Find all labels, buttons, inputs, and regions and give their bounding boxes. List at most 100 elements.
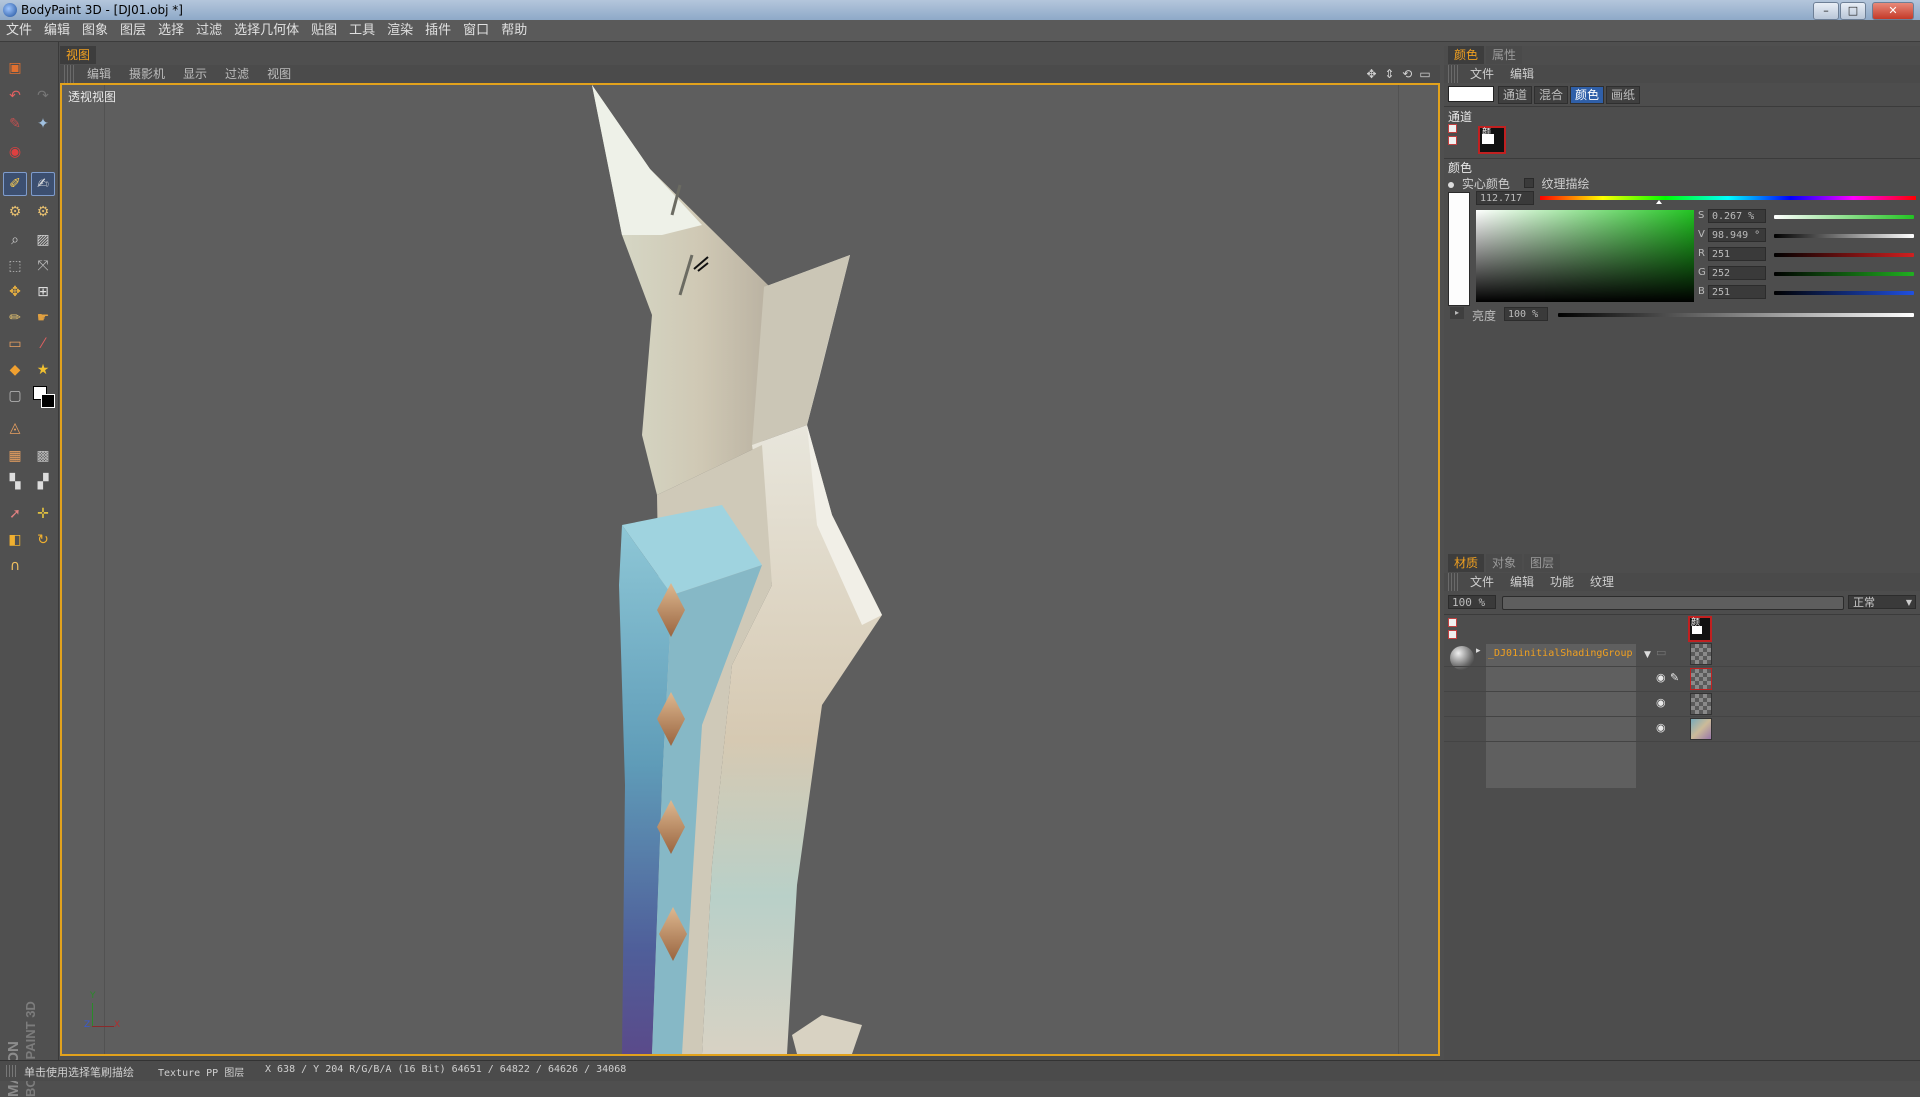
brush-tool-a[interactable]: ✎ <box>3 112 27 136</box>
eye-icon-hidden[interactable]: ▭ <box>1656 646 1666 659</box>
color-swatch-white[interactable] <box>1448 86 1494 102</box>
vp-menu-edit[interactable]: 编辑 <box>78 65 120 83</box>
close-button[interactable]: ✕ <box>1872 2 1914 20</box>
tab-view[interactable]: 视图 <box>60 46 97 64</box>
shape-tool[interactable]: ▢ <box>3 384 27 408</box>
menu-image[interactable]: 图象 <box>76 20 114 41</box>
menu-window[interactable]: 窗口 <box>457 20 495 41</box>
subtab-color[interactable]: 颜色 <box>1570 86 1605 104</box>
g-input[interactable]: 252 <box>1708 266 1766 280</box>
brush-tool-b[interactable]: ✦ <box>31 112 55 136</box>
paint-active-icon[interactable]: ✎ <box>1670 671 1679 684</box>
transform-tool[interactable]: ⊞ <box>31 280 55 304</box>
grip-handle[interactable] <box>1448 573 1458 591</box>
subtab-channel[interactable]: 通道 <box>1498 86 1533 104</box>
eraser-tool[interactable]: ▭ <box>3 332 27 356</box>
undo-tool[interactable]: ↶ <box>3 84 27 108</box>
v-input[interactable]: 98.949 ° <box>1708 228 1766 242</box>
checker-tool-a[interactable]: ▚ <box>3 470 27 494</box>
menu-layer[interactable]: 图层 <box>114 20 152 41</box>
menu-select-geometry[interactable]: 选择几何体 <box>228 20 305 41</box>
tab-attributes[interactable]: 属性 <box>1486 46 1523 64</box>
channel-swap-icon[interactable] <box>1448 124 1460 148</box>
brightness-input[interactable]: 100 % <box>1504 307 1548 321</box>
layer-row-2[interactable]: ◉ ✎ <box>1444 667 1920 692</box>
move-tool[interactable]: ✥ <box>3 280 27 304</box>
menu-filter[interactable]: 过滤 <box>190 20 228 41</box>
eye-icon[interactable]: ◉ <box>1656 721 1666 734</box>
image-tool[interactable]: ▨ <box>31 228 55 252</box>
redo-tool[interactable]: ↷ <box>31 84 55 108</box>
menu-render[interactable]: 渲染 <box>381 20 419 41</box>
mat-menu-function[interactable]: 功能 <box>1542 573 1582 591</box>
layer-opacity-slider[interactable] <box>1502 596 1844 610</box>
fill-tool[interactable]: ◆ <box>3 358 27 382</box>
vp-menu-camera[interactable]: 摄影机 <box>120 65 174 83</box>
scale-tool[interactable]: ◧ <box>3 528 27 552</box>
layer-thumb-4[interactable] <box>1690 718 1712 740</box>
mode-texture-label[interactable]: 纹理描绘 <box>1542 177 1590 191</box>
tab-materials[interactable]: 材质 <box>1448 554 1485 572</box>
projection-tool-a[interactable]: ⚙ <box>3 200 27 224</box>
s-input[interactable]: 0.267 % <box>1708 209 1766 223</box>
grip-handle[interactable] <box>64 65 74 83</box>
move-axis-tool[interactable]: ✛ <box>31 502 55 526</box>
brightness-expand-icon[interactable]: ▸ <box>1450 307 1464 319</box>
layer-thumb-1[interactable] <box>1690 643 1712 665</box>
uv-tool-b[interactable]: ▩ <box>31 444 55 468</box>
blend-mode-select[interactable]: 正常 ▼ <box>1848 595 1916 609</box>
brightness-slider[interactable] <box>1558 313 1914 317</box>
menu-plugins[interactable]: 插件 <box>419 20 457 41</box>
tab-color[interactable]: 颜色 <box>1448 46 1485 64</box>
perspective-viewport[interactable]: 透视视图 Y Z X <box>60 83 1440 1056</box>
g-slider[interactable] <box>1774 272 1914 276</box>
mat-menu-texture[interactable]: 纹理 <box>1582 573 1622 591</box>
menu-help[interactable]: 帮助 <box>495 20 533 41</box>
paint-3d-tool[interactable]: ✐ <box>3 172 27 196</box>
r-input[interactable]: 251 <box>1708 247 1766 261</box>
eye-icon[interactable]: ◉ <box>1656 696 1666 709</box>
maximize-button[interactable]: □ <box>1840 2 1866 20</box>
lasso-tool[interactable]: ⤧ <box>31 254 55 278</box>
subtab-paper[interactable]: 画纸 <box>1606 86 1641 104</box>
saturation-value-picker[interactable] <box>1476 210 1694 302</box>
hue-input[interactable]: 112.717 <box>1476 191 1534 205</box>
menu-file[interactable]: 文件 <box>0 20 38 41</box>
magnify-tool[interactable]: ⌕ <box>3 228 27 252</box>
pan-icon[interactable]: ✥ <box>1365 65 1379 83</box>
projection-tool-b[interactable]: ⚙ <box>31 200 55 224</box>
layer-row-3[interactable]: ◉ <box>1444 692 1920 717</box>
layer-row-4[interactable]: ◉ <box>1444 717 1920 742</box>
pencil-tool[interactable]: ✏ <box>3 306 27 330</box>
layer-opacity-input[interactable]: 100 % <box>1448 595 1496 609</box>
mat-menu-edit[interactable]: 编辑 <box>1502 573 1542 591</box>
v-slider[interactable] <box>1774 234 1914 238</box>
channel-swap-icon-2[interactable] <box>1448 618 1460 642</box>
color-swatches[interactable] <box>31 384 55 408</box>
mode-solid-label[interactable]: 实心颜色 <box>1462 177 1510 191</box>
layer-row-1[interactable]: ▭ <box>1444 642 1920 667</box>
smear-tool[interactable]: ☛ <box>31 306 55 330</box>
layer-thumb-2[interactable] <box>1690 668 1712 690</box>
menu-edit[interactable]: 编辑 <box>38 20 76 41</box>
checker-tool-b[interactable]: ▞ <box>31 470 55 494</box>
menu-tools[interactable]: 工具 <box>343 20 381 41</box>
b-slider[interactable] <box>1774 291 1914 295</box>
r-slider[interactable] <box>1774 253 1914 257</box>
rotate-tool[interactable]: ↻ <box>31 528 55 552</box>
minimize-button[interactable]: – <box>1813 2 1839 20</box>
layout-tool[interactable]: ▣ <box>3 56 27 80</box>
star-tool[interactable]: ★ <box>31 358 55 382</box>
mode-solid-radio[interactable] <box>1448 182 1454 188</box>
mode-texture-checkbox[interactable] <box>1523 178 1534 188</box>
material-channel-thumb[interactable]: 颜 <box>1688 616 1712 642</box>
menu-select[interactable]: 选择 <box>152 20 190 41</box>
vp-menu-display[interactable]: 显示 <box>174 65 216 83</box>
maximize-view-icon[interactable]: ▭ <box>1418 65 1432 83</box>
b-input[interactable]: 251 <box>1708 285 1766 299</box>
tab-objects[interactable]: 对象 <box>1486 554 1523 572</box>
live-select-tool[interactable]: ➚ <box>3 502 27 526</box>
polygon-mode-tool[interactable]: ◬ <box>3 416 27 440</box>
uv-tool-a[interactable]: ▦ <box>3 444 27 468</box>
color-menu-file[interactable]: 文件 <box>1462 65 1502 83</box>
